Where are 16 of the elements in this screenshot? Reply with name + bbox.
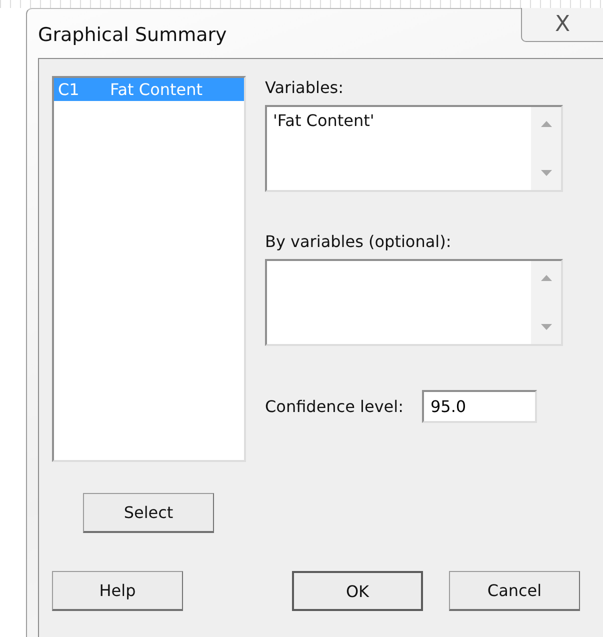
window-title: Graphical Summary (38, 24, 227, 46)
scroll-down-icon[interactable] (540, 170, 552, 176)
confidence-field[interactable]: 95.0 (422, 390, 538, 423)
field-label: By variables (optional): (265, 232, 452, 252)
field-label: Variables: (265, 78, 345, 98)
field-label: Confidence level: (265, 396, 404, 416)
variables-field[interactable]: 'Fat Content' (265, 105, 563, 192)
dialog-button[interactable]: Cancel (449, 571, 580, 611)
dialog-button[interactable]: OK (292, 571, 423, 611)
scroll-up-icon[interactable] (540, 121, 552, 127)
by-variables-field[interactable] (265, 259, 563, 346)
close-button[interactable]: X (521, 8, 603, 42)
scroll-down-icon[interactable] (540, 324, 552, 330)
scroll-up-icon[interactable] (540, 275, 552, 281)
dialog-button[interactable]: Help (52, 571, 183, 611)
select-button[interactable]: Select (83, 493, 214, 533)
